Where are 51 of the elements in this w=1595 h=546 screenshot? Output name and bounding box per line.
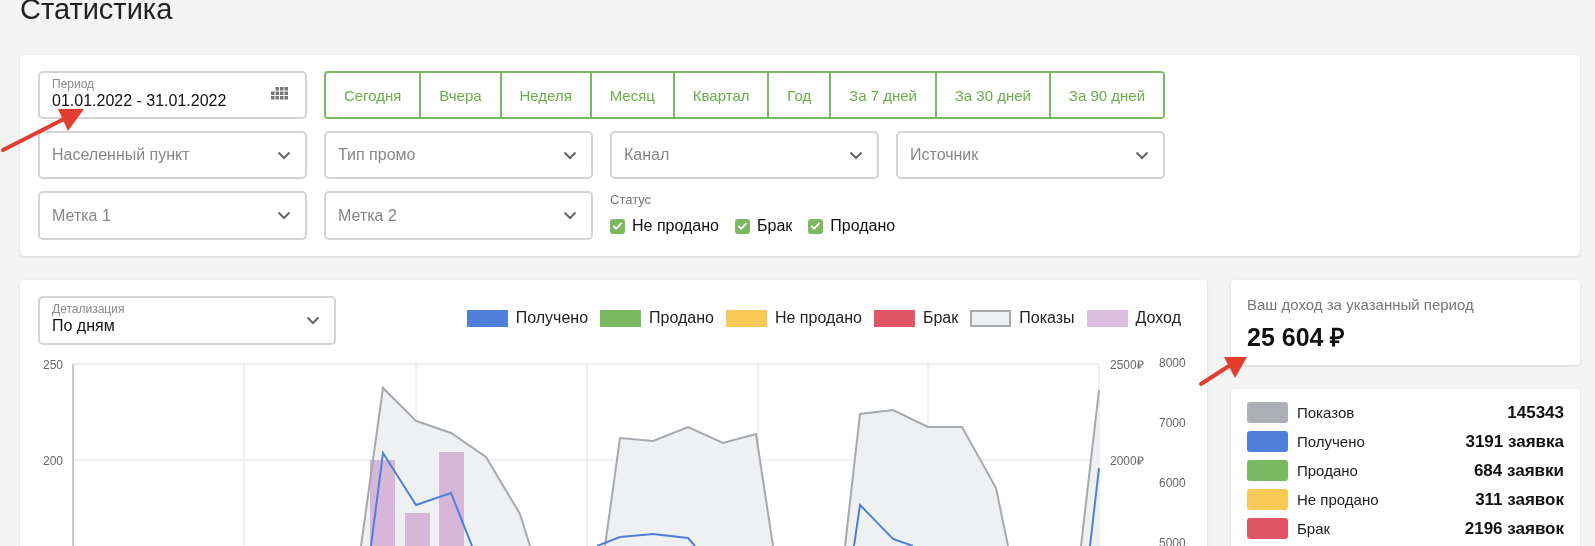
chevron-icon: [306, 316, 320, 325]
legend-label: Брак: [922, 309, 959, 327]
chevron-icon: [563, 211, 577, 220]
total-label: Продано: [1297, 462, 1359, 479]
chevron-icon: [277, 150, 291, 160]
checkbox[interactable]: [735, 218, 750, 234]
total-label: Показов: [1297, 404, 1356, 421]
checkbox[interactable]: [808, 218, 824, 234]
status-label: Статус: [610, 192, 653, 207]
range-button[interactable]: За 90 дней: [1048, 73, 1163, 117]
chevron-icon: [1135, 150, 1149, 160]
income-bar: [405, 513, 430, 546]
axis-tick-label: 6000: [1159, 476, 1186, 490]
total-label: Брак: [1297, 520, 1332, 537]
axis-tick-label: 200: [42, 454, 63, 468]
total-value: 145343: [1507, 402, 1564, 423]
total-label: Получено: [1297, 433, 1366, 450]
legend-label: Продано: [649, 309, 714, 327]
income-value: 25 604 ₽: [1247, 322, 1347, 353]
chevron-icon: [849, 150, 863, 160]
select-field[interactable]: Канал: [610, 131, 879, 179]
legend-label: Показы: [1019, 309, 1075, 327]
axis-tick-label: 250: [42, 358, 63, 372]
detail-select[interactable]: Детализация По дням: [38, 296, 336, 345]
legend-label: Не продано: [774, 309, 862, 327]
total-label: Не продано: [1297, 491, 1380, 508]
chevron-icon: [277, 211, 291, 220]
total-value: 684 заявки: [1473, 460, 1564, 481]
axis-tick-label: 8000: [1159, 356, 1186, 370]
total-value: 3191 заявка: [1465, 431, 1564, 452]
annotation-arrow: [1199, 357, 1247, 386]
checkbox-label: Продано: [830, 217, 896, 235]
checkbox[interactable]: [610, 218, 625, 234]
chevron-icon: [563, 150, 577, 160]
select-field[interactable]: Источник: [896, 131, 1165, 179]
checkbox-label: Брак: [757, 217, 793, 235]
legend-label: Получено: [515, 309, 589, 327]
period-field[interactable]: Период 01.01.2022 - 31.01.2022: [38, 71, 307, 119]
select-field[interactable]: Метка 1: [38, 191, 307, 240]
axis-tick-label: 2500₽: [1110, 358, 1144, 372]
total-value: 311 заявок: [1475, 489, 1564, 510]
select-field[interactable]: Населенный пункт: [38, 131, 307, 179]
total-value: 2196 заявок: [1464, 518, 1564, 539]
income-label: Ваш доход за указанный период: [1247, 296, 1475, 313]
axis-tick-label: 7000: [1159, 416, 1186, 430]
checkbox-label: Не продано: [632, 217, 719, 235]
select-field[interactable]: Метка 2: [324, 191, 593, 240]
select-field[interactable]: Тип промо: [324, 131, 593, 179]
calendar-icon: [271, 87, 289, 101]
axis-tick-label: 2000₽: [1110, 454, 1144, 468]
legend-label: Доход: [1135, 309, 1181, 327]
